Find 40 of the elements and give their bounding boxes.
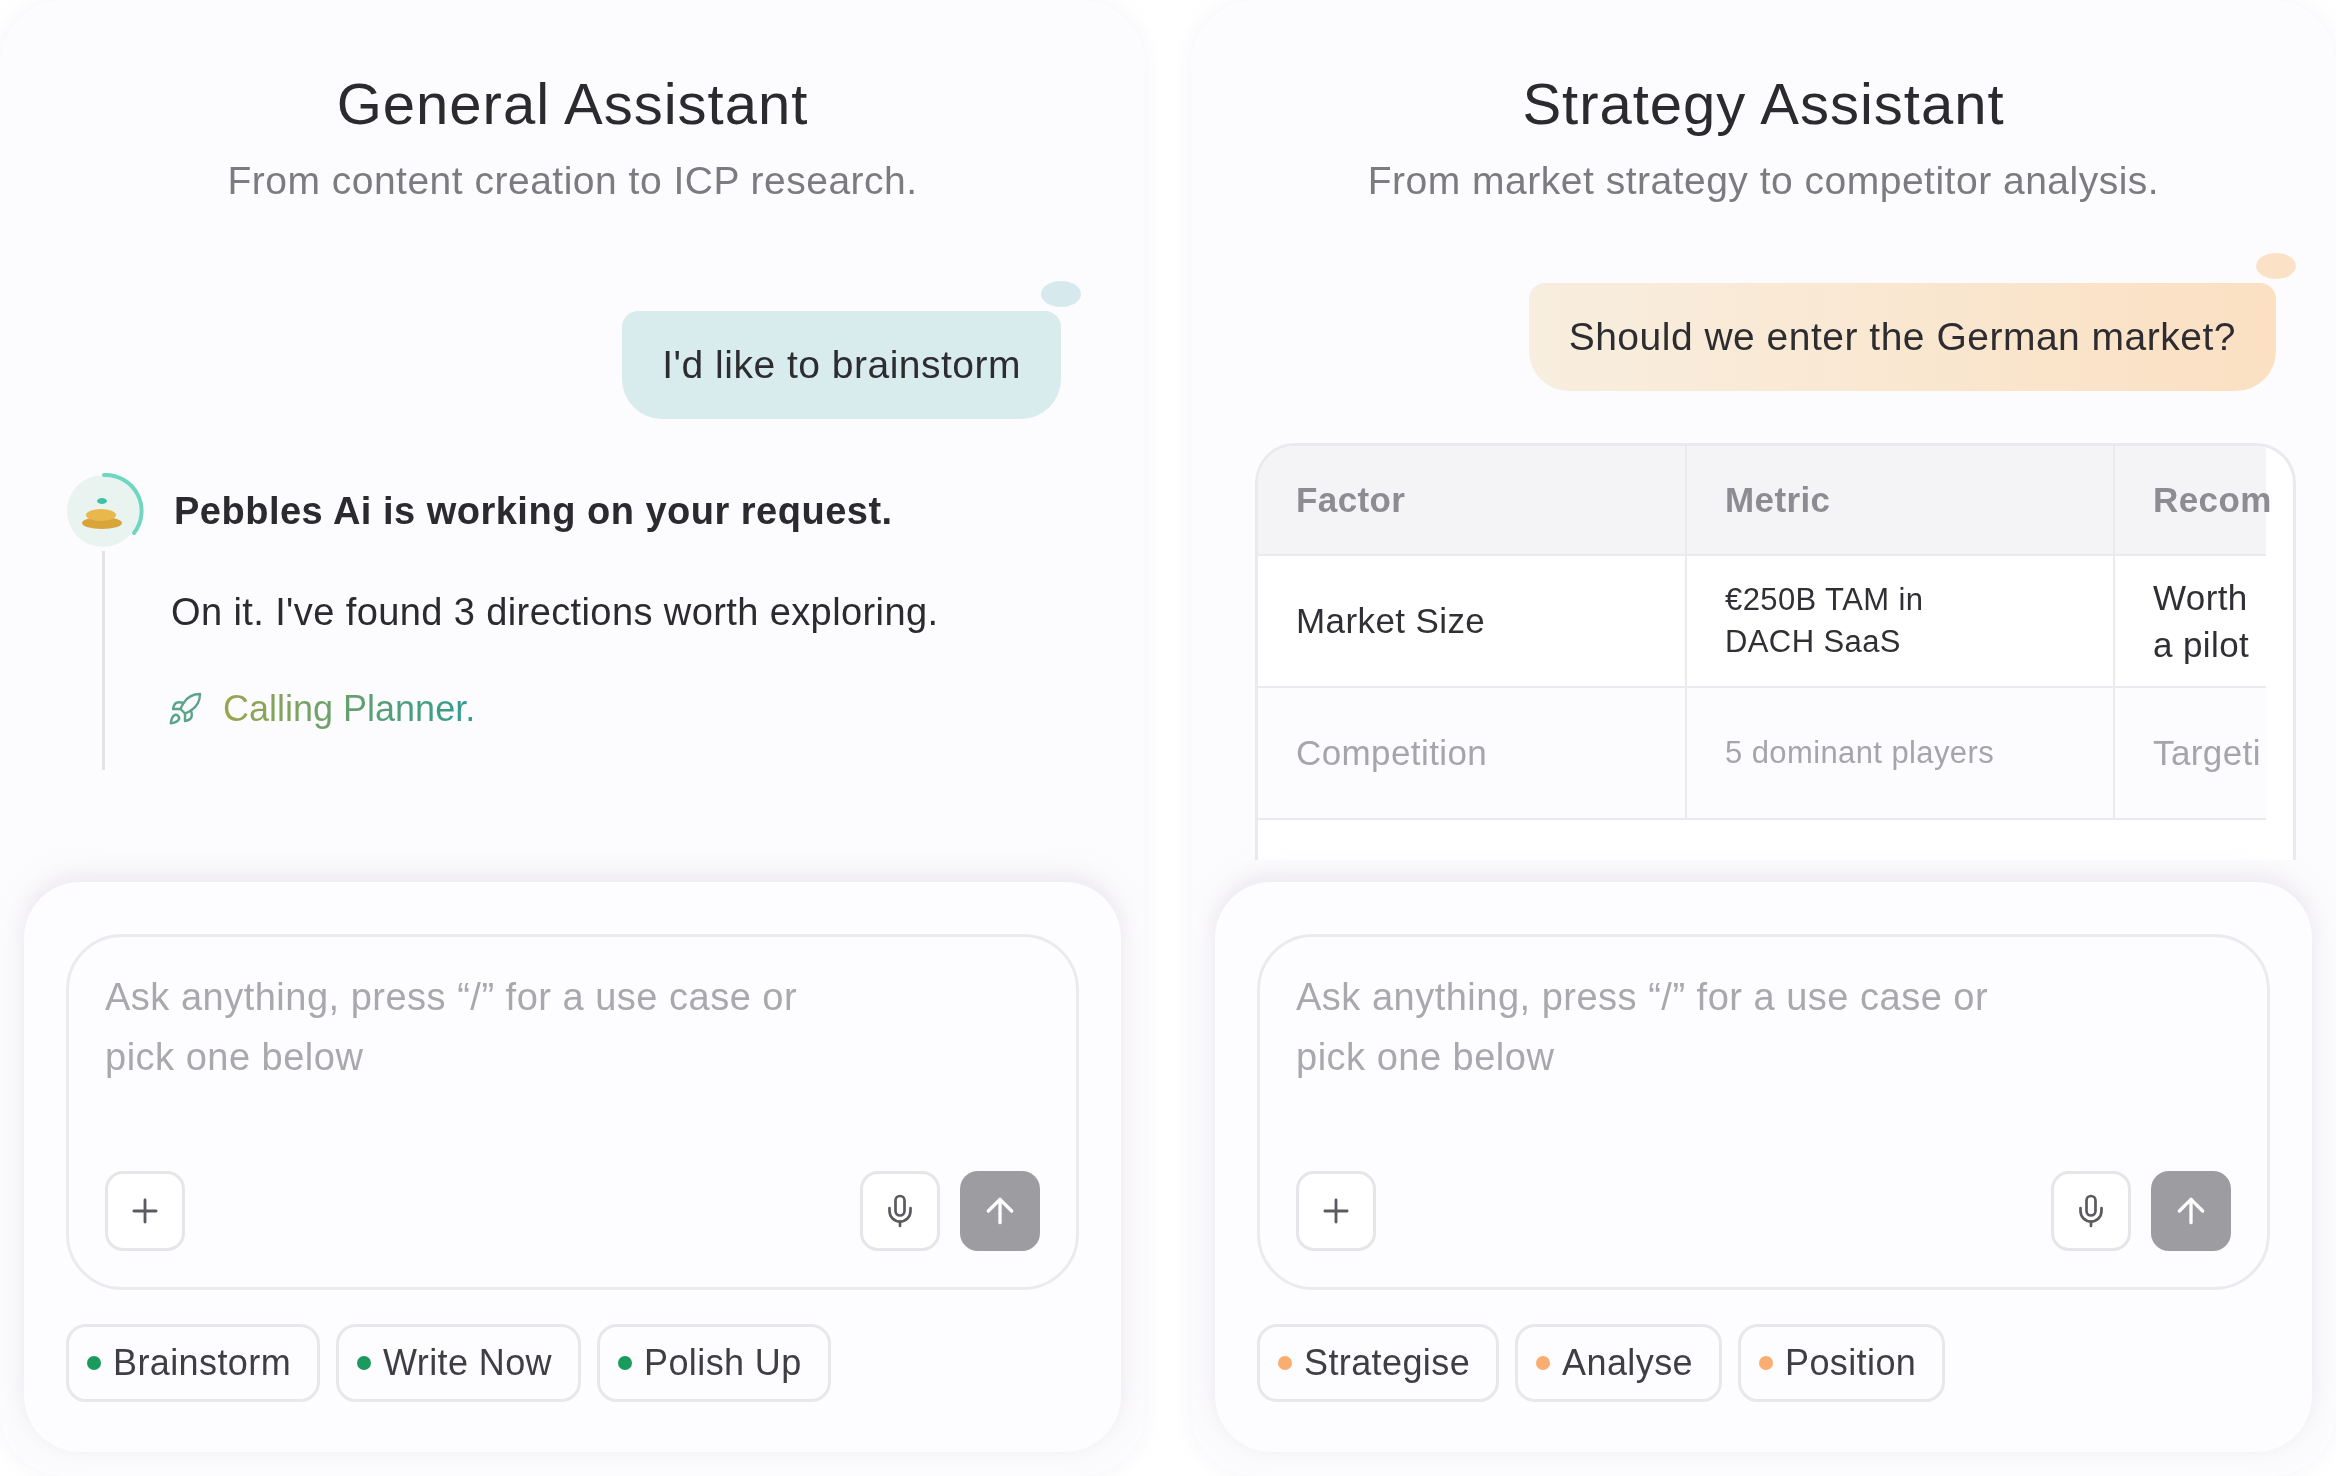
microphone-button[interactable] <box>860 1171 940 1251</box>
message-field[interactable]: Ask anything, press “/” for a use case or pick one below <box>66 934 1079 1290</box>
chip-label: Position <box>1784 1342 1917 1384</box>
add-button[interactable] <box>1296 1171 1376 1251</box>
microphone-button[interactable] <box>2051 1171 2131 1251</box>
panel-subtitle: From content creation to ICP research. <box>227 159 918 203</box>
table-cell: Market Size <box>1258 556 1687 688</box>
use-case-chip[interactable]: Polish Up <box>597 1324 831 1402</box>
table-cell: Competition <box>1258 688 1687 820</box>
column-header: Metric <box>1687 446 2115 556</box>
message-input[interactable]: Ask anything, press “/” for a use case or pick one below <box>1296 967 2036 1097</box>
reply-text: On it. I've found 3 directions worth exploring. <box>171 591 940 634</box>
message-field[interactable]: Ask anything, press “/” for a use case or pick one below <box>1257 934 2270 1290</box>
chip-label: Analyse <box>1562 1342 1693 1384</box>
user-message: I'd like to brainstorm <box>622 311 1061 419</box>
chip-label: Strategise <box>1304 1342 1471 1384</box>
message-input[interactable]: Ask anything, press “/” for a use case or pick one below <box>105 967 845 1097</box>
send-button[interactable] <box>960 1171 1040 1251</box>
bubble-dot <box>2256 253 2296 279</box>
chip-label: Write Now <box>383 1342 552 1384</box>
send-button[interactable] <box>2151 1171 2231 1251</box>
panel-title: General Assistant <box>336 70 809 137</box>
table-cell: €250B TAM in DACH SaaS <box>1687 556 2115 688</box>
table-cell: Targeti <box>2115 688 2266 820</box>
use-case-chip[interactable]: Write Now <box>336 1324 581 1402</box>
bubble-dot <box>1041 281 1081 307</box>
chip-label: Polish Up <box>644 1342 802 1384</box>
use-case-chip[interactable]: Strategise <box>1257 1324 1500 1402</box>
use-case-chip[interactable]: Position <box>1737 1324 1946 1402</box>
user-message: Should we enter the German market? <box>1528 283 2276 391</box>
chip-label: Brainstorm <box>113 1342 292 1384</box>
panel-subtitle: From market strategy to competitor analysis. <box>1367 159 2160 203</box>
add-button[interactable] <box>105 1171 185 1251</box>
panel-title: Strategy Assistant <box>1522 70 2005 137</box>
table-cell: 5 dominant players <box>1687 688 2115 820</box>
use-case-chip[interactable]: Brainstorm <box>66 1324 321 1402</box>
column-header: Factor <box>1258 446 1687 556</box>
rocket-icon <box>167 691 203 727</box>
status-text: Pebbles Ai is working on your request. <box>174 489 893 533</box>
use-case-chip[interactable]: Analyse <box>1515 1324 1722 1402</box>
